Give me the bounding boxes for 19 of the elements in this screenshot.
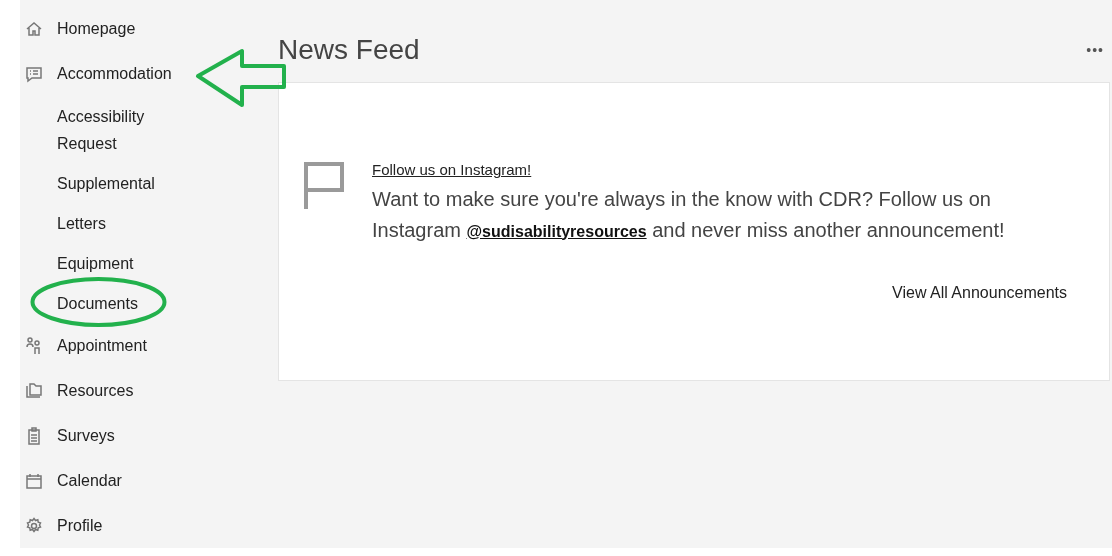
section-title: News Feed xyxy=(278,33,420,67)
announcement-title-link[interactable]: Follow us on Instagram! xyxy=(372,159,1052,182)
instagram-handle-link[interactable]: @sudisabilityresources xyxy=(466,222,647,240)
sidebar-item[interactable]: Profile xyxy=(20,503,103,548)
folder-icon xyxy=(24,380,44,401)
view-all-link[interactable]: View All Announcements xyxy=(892,280,1067,305)
sidebar-item[interactable]: Appointment xyxy=(20,323,147,368)
flag-icon xyxy=(303,161,345,209)
sidebar-item[interactable]: Resources xyxy=(20,368,134,413)
sidebar-item[interactable]: Homepage xyxy=(20,6,136,51)
sidebar-item[interactable]: Accommodation xyxy=(20,51,172,96)
more-menu-button[interactable]: ••• xyxy=(1086,39,1104,61)
sidebar-subitem[interactable]: Supplemental xyxy=(57,163,155,203)
sidebar-item[interactable]: Calendar xyxy=(20,458,122,503)
sidebar-item[interactable]: Surveys xyxy=(20,413,115,458)
sidebar-subitem[interactable]: Equipment xyxy=(57,243,134,283)
sidebar-subitem[interactable]: Accessibility Request xyxy=(57,96,167,163)
sidebar-subitem[interactable]: Letters xyxy=(57,203,106,243)
announcement-text: Want to make sure you're always in the know with CDR? Follow us on Instagram @sudisabilityresources and never miss another announcement! xyxy=(372,186,1006,243)
